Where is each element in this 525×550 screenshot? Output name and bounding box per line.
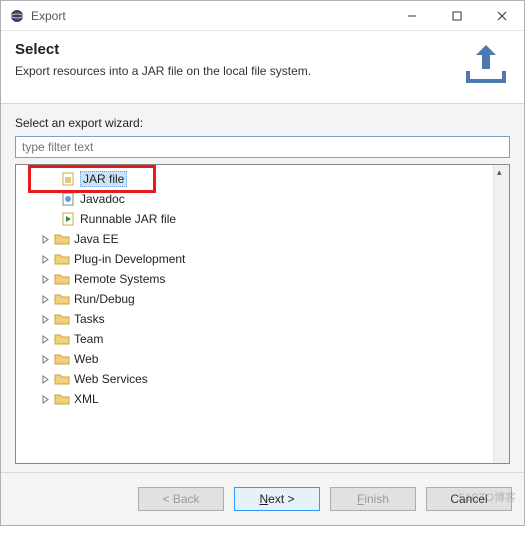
tree-item-label: Java EE [74, 232, 119, 246]
page-title: Select [15, 41, 454, 58]
page-description: Export resources into a JAR file on the … [15, 64, 454, 78]
folder-icon [54, 311, 70, 327]
jar-file-icon [60, 171, 76, 187]
next-button[interactable]: Next > [234, 487, 320, 511]
tree-folder-web-services[interactable]: Web Services [16, 369, 493, 389]
tree-item-label: Run/Debug [74, 292, 135, 306]
cancel-button[interactable]: Cancel [426, 487, 512, 511]
tree-folder-java-ee[interactable]: Java EE [16, 229, 493, 249]
folder-icon [54, 351, 70, 367]
tree-item-label: Web [74, 352, 98, 366]
chevron-right-icon[interactable] [40, 354, 51, 365]
chevron-right-icon[interactable] [40, 294, 51, 305]
eclipse-icon [9, 8, 25, 24]
tree-item-label: Runnable JAR file [80, 212, 176, 226]
back-button[interactable]: < Back [138, 487, 224, 511]
dialog-header: Select Export resources into a JAR file … [1, 31, 524, 104]
dialog-footer: < Back Next > Finish Cancel [1, 472, 524, 525]
tree-item-label: Remote Systems [74, 272, 165, 286]
tree-item-label: Team [74, 332, 103, 346]
scrollbar[interactable]: ▴ [493, 165, 509, 463]
tree-item-label: Javadoc [80, 192, 125, 206]
chevron-right-icon[interactable] [40, 314, 51, 325]
folder-icon [54, 371, 70, 387]
close-button[interactable] [479, 1, 524, 30]
tree-item-label: JAR file [80, 171, 127, 187]
chevron-right-icon[interactable] [40, 254, 51, 265]
tree-folder-team[interactable]: Team [16, 329, 493, 349]
chevron-right-icon[interactable] [40, 334, 51, 345]
wizard-tree: JAR file Javadoc Runnable JAR file Java … [15, 164, 510, 464]
folder-icon [54, 331, 70, 347]
folder-icon [54, 291, 70, 307]
folder-icon [54, 231, 70, 247]
tree-item-runnable-jar[interactable]: Runnable JAR file [16, 209, 493, 229]
runnable-jar-icon [60, 211, 76, 227]
tree-item-jar-file[interactable]: JAR file [16, 169, 493, 189]
titlebar: Export [1, 1, 524, 31]
filter-input[interactable] [15, 136, 510, 158]
tree-folder-xml[interactable]: XML [16, 389, 493, 409]
tree-item-label: Web Services [74, 372, 148, 386]
dialog-body: Select an export wizard: JAR file Javado… [1, 104, 524, 472]
folder-icon [54, 391, 70, 407]
tree-folder-plugin-dev[interactable]: Plug-in Development [16, 249, 493, 269]
tree-folder-tasks[interactable]: Tasks [16, 309, 493, 329]
tree-item-label: XML [74, 392, 99, 406]
tree-item-label: Tasks [74, 312, 105, 326]
wizard-label: Select an export wizard: [15, 116, 510, 130]
folder-icon [54, 251, 70, 267]
chevron-right-icon[interactable] [40, 234, 51, 245]
folder-icon [54, 271, 70, 287]
chevron-right-icon[interactable] [40, 394, 51, 405]
maximize-button[interactable] [434, 1, 479, 30]
tree-folder-remote-systems[interactable]: Remote Systems [16, 269, 493, 289]
tree-folder-web[interactable]: Web [16, 349, 493, 369]
chevron-right-icon[interactable] [40, 374, 51, 385]
window-title: Export [31, 9, 389, 23]
chevron-right-icon[interactable] [40, 274, 51, 285]
export-icon [462, 41, 510, 89]
minimize-button[interactable] [389, 1, 434, 30]
tree-item-javadoc[interactable]: Javadoc [16, 189, 493, 209]
finish-button[interactable]: Finish [330, 487, 416, 511]
tree-folder-run-debug[interactable]: Run/Debug [16, 289, 493, 309]
tree-item-label: Plug-in Development [74, 252, 185, 266]
chevron-up-icon[interactable]: ▴ [497, 167, 502, 178]
export-dialog: Export Select Export resources into a JA… [0, 0, 525, 526]
javadoc-icon [60, 191, 76, 207]
